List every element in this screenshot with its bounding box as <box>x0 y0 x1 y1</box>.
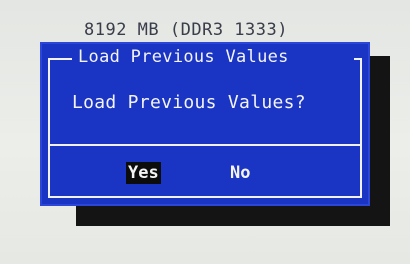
load-previous-values-dialog: Load Previous Values Load Previous Value… <box>40 42 370 206</box>
no-button[interactable]: No <box>228 162 252 184</box>
dialog-title: Load Previous Values <box>78 47 289 67</box>
dialog-frame-right <box>360 58 362 198</box>
dialog-message: Load Previous Values? <box>72 92 306 113</box>
dialog-frame-bottom <box>48 196 362 198</box>
dialog-frame-top-left <box>48 58 72 60</box>
dialog-frame-left <box>48 58 50 198</box>
memory-info-text: 8192 MB (DDR3 1333) <box>84 20 288 40</box>
yes-button[interactable]: Yes <box>126 162 161 184</box>
dialog-frame-divider <box>48 144 362 146</box>
